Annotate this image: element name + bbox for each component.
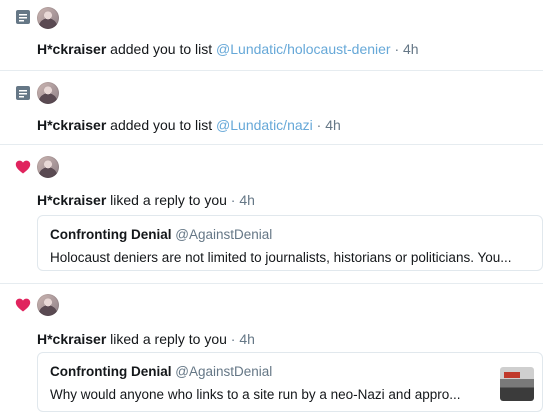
list-icon (16, 10, 30, 24)
tweet-author-name[interactable]: Confronting Denial (50, 364, 172, 379)
divider (0, 144, 543, 145)
timestamp[interactable]: · 4h (227, 331, 255, 347)
avatar[interactable] (37, 7, 59, 29)
timestamp[interactable]: · 4h (313, 117, 341, 133)
heart-icon (15, 160, 31, 174)
quoted-tweet-card[interactable]: Confronting Denial @AgainstDenial Why wo… (37, 352, 543, 412)
timestamp[interactable]: · 4h (391, 41, 418, 57)
list-link[interactable]: @Lundatic/nazi (216, 117, 313, 133)
user-name[interactable]: H*ckraiser (37, 41, 106, 57)
tweet-text: Why would anyone who links to a site run… (50, 387, 461, 402)
notification-like[interactable]: H*ckraiser liked a reply to you · 4h Con… (0, 285, 543, 412)
divider (0, 70, 543, 71)
tweet-author-handle[interactable]: @AgainstDenial (175, 227, 272, 242)
heart-icon (15, 298, 31, 312)
divider (0, 283, 543, 284)
user-name[interactable]: H*ckraiser (37, 117, 106, 133)
avatar[interactable] (37, 82, 59, 104)
notification-like[interactable]: H*ckraiser liked a reply to you · 4h Con… (0, 146, 543, 284)
user-name[interactable]: H*ckraiser (37, 331, 106, 347)
tweet-header: Confronting Denial @AgainstDenial (50, 364, 272, 379)
notification-text: H*ckraiser added you to list @Lundatic/n… (37, 117, 341, 133)
notification-list-add[interactable]: H*ckraiser added you to list @Lundatic/n… (0, 72, 543, 145)
tweet-thumbnail-image[interactable] (500, 367, 534, 401)
avatar[interactable] (37, 156, 59, 178)
tweet-text: Holocaust deniers are not limited to jou… (50, 250, 512, 265)
notification-text: H*ckraiser added you to list @Lundatic/h… (37, 41, 419, 57)
notification-list-add[interactable]: H*ckraiser added you to list @Lundatic/h… (0, 0, 543, 71)
tweet-author-handle[interactable]: @AgainstDenial (175, 364, 272, 379)
avatar[interactable] (37, 294, 59, 316)
quoted-tweet-card[interactable]: Confronting Denial @AgainstDenial Holoca… (37, 215, 543, 271)
timestamp[interactable]: · 4h (227, 192, 255, 208)
tweet-author-name[interactable]: Confronting Denial (50, 227, 172, 242)
tweet-header: Confronting Denial @AgainstDenial (50, 227, 272, 242)
notification-text: H*ckraiser liked a reply to you · 4h (37, 192, 255, 208)
user-name[interactable]: H*ckraiser (37, 192, 106, 208)
list-icon (16, 86, 30, 100)
notification-text: H*ckraiser liked a reply to you · 4h (37, 331, 255, 347)
list-link[interactable]: @Lundatic/holocaust-denier (216, 41, 391, 57)
